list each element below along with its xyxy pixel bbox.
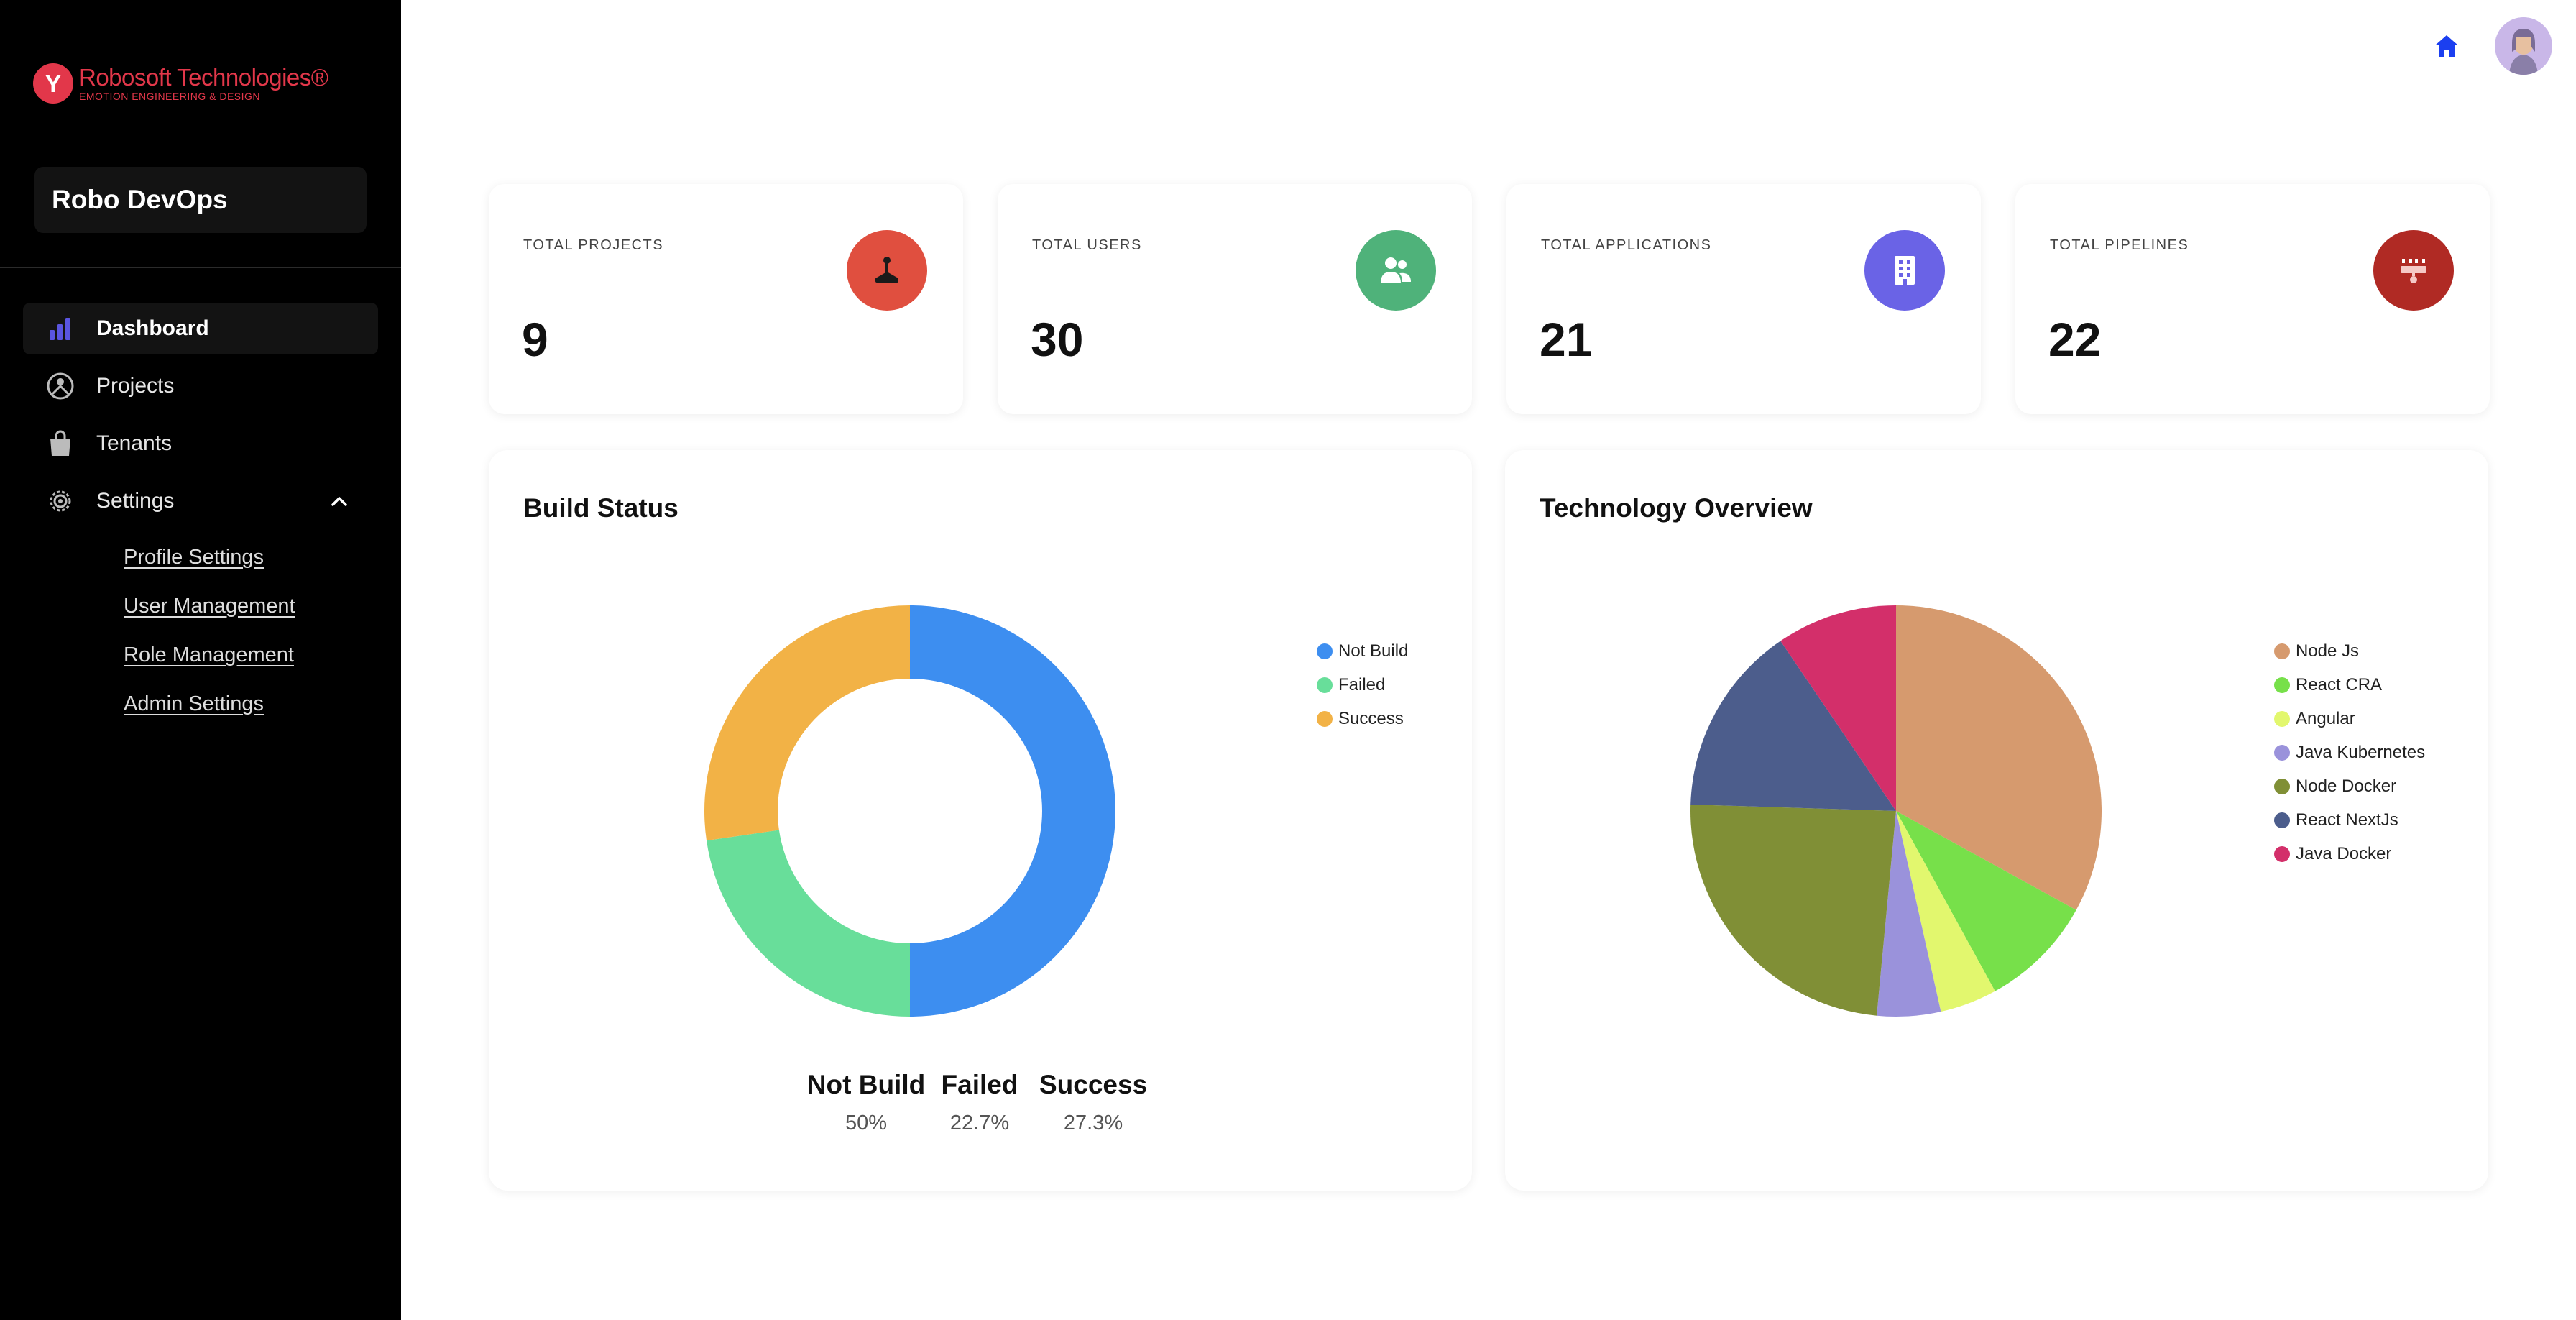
build-status-legend: Not Build Failed Success (1317, 634, 1408, 735)
summary-success: Success 27.3% (1039, 1070, 1147, 1135)
summary-not-build: Not Build 50% (805, 1070, 927, 1135)
stat-value: 9 (522, 313, 548, 366)
legend-swatch (2274, 845, 2290, 862)
bar-chart-icon (46, 314, 75, 343)
logo-name: Robosoft Technologies® (79, 64, 328, 91)
legend-label: React CRA (2296, 674, 2383, 695)
legend-item-angular[interactable]: Angular (2274, 702, 2425, 735)
logo-tagline: EMOTION ENGINEERING & DESIGN (79, 91, 261, 102)
legend-item-node-docker[interactable]: Node Docker (2274, 769, 2425, 803)
stat-card-total-projects: TOTAL PROJECTS 9 (489, 184, 963, 414)
legend-swatch (2274, 710, 2290, 727)
legend-item-failed[interactable]: Failed (1317, 668, 1408, 702)
app-name: Robo DevOps (52, 185, 228, 214)
projects-icon (46, 372, 75, 400)
chevron-up-icon[interactable] (329, 491, 349, 517)
stat-value: 30 (1031, 313, 1084, 366)
build-status-card: Build Status Not Build Failed Success Not … (489, 450, 1472, 1191)
legend-label: Java Kubernetes (2296, 742, 2426, 762)
stat-card-total-applications: TOTAL APPLICATIONS 21 (1506, 184, 1981, 414)
sidebar-sub-profile-settings[interactable]: Profile Settings (124, 546, 264, 569)
company-logo[interactable]: Y Robosoft Technologies® EMOTION ENGINEE… (33, 63, 328, 104)
stat-label: TOTAL APPLICATIONS (1541, 237, 1712, 253)
legend-swatch (2274, 677, 2290, 693)
slice-success[interactable] (704, 605, 910, 841)
home-button[interactable] (2432, 32, 2461, 60)
technology-overview-card: Technology Overview Node Js React CRA Angu… (1505, 450, 2488, 1191)
sidebar-item-tenants[interactable]: Tenants (23, 418, 378, 469)
legend-item-node-js[interactable]: Node Js (2274, 634, 2425, 668)
users-icon (1356, 230, 1436, 311)
joystick-icon (847, 230, 927, 311)
legend-swatch (2274, 643, 2290, 659)
shopping-bag-icon (46, 429, 75, 458)
legend-swatch (1317, 643, 1333, 659)
stat-label: TOTAL PROJECTS (523, 237, 664, 253)
user-avatar[interactable] (2495, 17, 2552, 75)
stat-value: 22 (2048, 313, 2102, 366)
sidebar-item-dashboard[interactable]: Dashboard (23, 303, 378, 354)
legend-label: Node Docker (2296, 776, 2397, 796)
logo-mark-icon: Y (33, 63, 73, 104)
legend-swatch (2274, 812, 2290, 828)
stat-value: 21 (1540, 313, 1593, 366)
stat-label: TOTAL USERS (1032, 237, 1142, 253)
legend-item-java-docker[interactable]: Java Docker (2274, 837, 2425, 871)
summary-label: Not Build (806, 1070, 926, 1099)
summary-percent: 22.7% (949, 1112, 1010, 1135)
pipeline-icon (2373, 230, 2454, 311)
technology-overview-legend: Node Js React CRA Angular Java Kubernetes No… (2274, 634, 2425, 871)
sidebar-sub-role-management[interactable]: Role Management (124, 643, 294, 667)
legend-label: React NextJs (2296, 810, 2398, 830)
sidebar-sub-admin-settings[interactable]: Admin Settings (124, 692, 264, 716)
slice-node-docker[interactable] (1690, 805, 1896, 1016)
legend-label: Success (1338, 708, 1404, 728)
sidebar-item-settings[interactable]: Settings (23, 475, 378, 527)
stat-card-total-users: TOTAL USERS 30 (998, 184, 1472, 414)
legend-item-react-cra[interactable]: React CRA (2274, 668, 2425, 702)
sidebar-item-label: Dashboard (96, 316, 209, 340)
building-icon (1864, 230, 1945, 311)
legend-item-react-nextjs[interactable]: React NextJs (2274, 803, 2425, 837)
legend-item-java-kubernetes[interactable]: Java Kubernetes (2274, 735, 2425, 769)
legend-label: Not Build (1338, 641, 1409, 661)
sidebar-item-label: Tenants (96, 431, 172, 455)
legend-swatch (1317, 677, 1333, 693)
slice-failed[interactable] (706, 830, 910, 1017)
summary-percent: 50% (845, 1112, 888, 1135)
slice-not-build[interactable] (910, 605, 1116, 1017)
home-icon (2435, 35, 2458, 57)
sidebar-sub-user-management[interactable]: User Management (124, 595, 295, 618)
avatar-illustration (2495, 17, 2552, 75)
legend-label: Java Docker (2296, 843, 2392, 863)
legend-label: Angular (2296, 708, 2355, 728)
legend-swatch (2274, 744, 2290, 761)
legend-swatch (2274, 778, 2290, 794)
stat-label: TOTAL PIPELINES (2050, 237, 2189, 253)
summary-label: Success (1039, 1070, 1148, 1099)
gear-icon (46, 487, 75, 515)
legend-item-success[interactable]: Success (1317, 702, 1408, 735)
legend-swatch (1317, 710, 1333, 727)
app-name-box: Robo DevOps (34, 167, 367, 233)
logo-mark-letter: Y (45, 70, 62, 98)
stat-card-total-pipelines: TOTAL PIPELINES 22 (2015, 184, 2490, 414)
summary-percent: 27.3% (1063, 1112, 1123, 1135)
app-root: Y Robosoft Technologies® EMOTION ENGINEE… (0, 0, 2576, 1320)
legend-label: Node Js (2296, 641, 2360, 661)
legend-label: Failed (1338, 674, 1386, 695)
legend-item-not-build[interactable]: Not Build (1317, 634, 1408, 668)
sidebar-item-projects[interactable]: Projects (23, 360, 378, 412)
summary-failed: Failed 22.7% (940, 1070, 1019, 1135)
summary-label: Failed (941, 1070, 1018, 1099)
sidebar-divider (0, 267, 401, 268)
sidebar: Y Robosoft Technologies® EMOTION ENGINEE… (0, 0, 401, 1320)
sidebar-item-label: Settings (96, 489, 175, 513)
sidebar-item-label: Projects (96, 374, 175, 398)
